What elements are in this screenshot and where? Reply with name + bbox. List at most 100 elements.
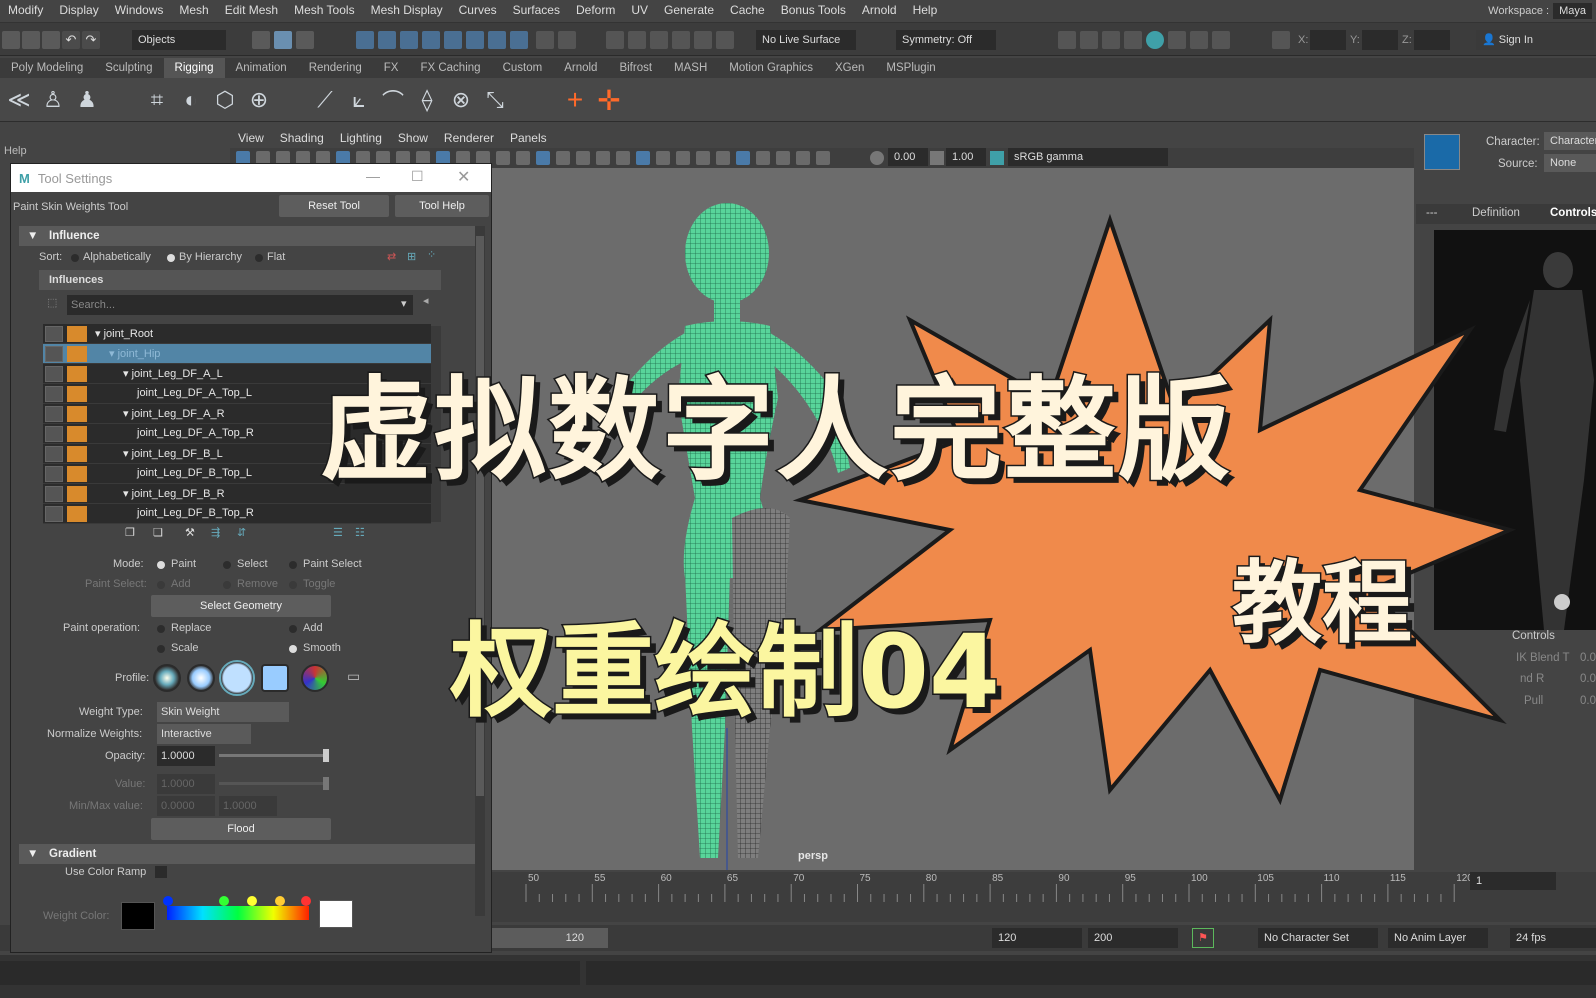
snap-surface-icon[interactable]: [444, 31, 462, 49]
shelf-tab-motion-graphics[interactable]: Motion Graphics: [718, 58, 824, 78]
anim-layer-dropdown[interactable]: No Anim Layer: [1388, 928, 1488, 948]
sort-hierarchy-radio[interactable]: [167, 254, 175, 262]
mel-input[interactable]: [0, 961, 580, 985]
hypershade-icon[interactable]: [1146, 31, 1164, 49]
viewport-menu-lighting[interactable]: Lighting: [332, 131, 390, 145]
exposure-field[interactable]: 0.00: [888, 148, 928, 166]
viewport-tool-icon[interactable]: [656, 151, 670, 165]
locator-icon[interactable]: +: [560, 84, 590, 115]
tool-settings-titlebar[interactable]: M Tool Settings — ☐ ✕: [11, 164, 491, 192]
menu-display[interactable]: Display: [51, 3, 106, 17]
sort-alpha-radio[interactable]: [71, 254, 79, 262]
lock-icon[interactable]: [536, 31, 554, 49]
select-icon[interactable]: ⬚: [47, 296, 57, 309]
influence-section-header[interactable]: ▼ Influence: [19, 226, 475, 246]
gamma-field[interactable]: 1.00: [946, 148, 986, 166]
ramp-key-0[interactable]: [163, 896, 173, 906]
viewport-menu-shading[interactable]: Shading: [272, 131, 332, 145]
menu-curves[interactable]: Curves: [451, 3, 505, 17]
lock-icon[interactable]: [45, 366, 63, 382]
ipr-render-icon[interactable]: [1102, 31, 1120, 49]
pause-icon[interactable]: [1212, 31, 1230, 49]
influence-color-swatch[interactable]: [67, 406, 87, 422]
ik-blend-r-value[interactable]: 0.0: [1580, 673, 1596, 685]
menu-help[interactable]: Help: [905, 3, 946, 17]
magnet-icon[interactable]: [628, 31, 646, 49]
render-frame-icon[interactable]: [1080, 31, 1098, 49]
snap-grid-icon[interactable]: [356, 31, 374, 49]
opacity-slider[interactable]: [219, 749, 329, 762]
paint-select-icon[interactable]: [296, 31, 314, 49]
lattice-icon[interactable]: ⊕: [244, 85, 274, 115]
exposure-icon[interactable]: [870, 151, 884, 165]
ramp-key-4[interactable]: [301, 896, 311, 906]
command-line[interactable]: [0, 955, 1596, 998]
viewport-tool-icon[interactable]: [576, 151, 590, 165]
menu-mesh-tools[interactable]: Mesh Tools: [286, 3, 362, 17]
mode-paint-radio[interactable]: [157, 561, 165, 569]
tab-controls[interactable]: Controls: [1550, 207, 1596, 219]
show-influences-icon[interactable]: ⇵: [237, 526, 246, 539]
opacity-field[interactable]: 1.0000: [157, 746, 215, 766]
shelf-tab-bifrost[interactable]: Bifrost: [608, 58, 663, 78]
weight-color-max-swatch[interactable]: [319, 900, 353, 928]
snap-uv-icon[interactable]: [488, 31, 506, 49]
fps-dropdown[interactable]: 24 fps: [1510, 928, 1596, 948]
y-field[interactable]: [1362, 30, 1398, 50]
selection-mode-dropdown[interactable]: Objects: [132, 30, 226, 50]
weight-hammer-icon[interactable]: ⚒: [185, 526, 195, 539]
help-line-icon[interactable]: [510, 31, 528, 49]
influence-color-swatch[interactable]: [67, 346, 87, 362]
influence-color-swatch[interactable]: [67, 506, 87, 522]
shelf-tab-sculpting[interactable]: Sculpting: [94, 58, 163, 78]
viewport-tool-icon[interactable]: [696, 151, 710, 165]
undo-icon[interactable]: ↶: [62, 31, 80, 49]
influence-color-swatch[interactable]: [67, 326, 87, 342]
menu-mesh-display[interactable]: Mesh Display: [363, 3, 451, 17]
influence-color-swatch[interactable]: [67, 446, 87, 462]
profile-square-icon[interactable]: [261, 664, 289, 692]
sort-flat-radio[interactable]: [255, 254, 263, 262]
paint-select-remove-radio[interactable]: [223, 581, 231, 589]
character-dropdown[interactable]: Character: [1544, 132, 1596, 150]
menu-edit-mesh[interactable]: Edit Mesh: [217, 3, 286, 17]
grid-icon[interactable]: ⁘: [427, 248, 436, 261]
transform-mode-icon[interactable]: [1272, 31, 1290, 49]
orient-joint-icon[interactable]: ⤡: [480, 85, 510, 115]
viewport-tool-icon[interactable]: [636, 151, 650, 165]
viewport-tool-icon[interactable]: [536, 151, 550, 165]
time-slider[interactable]: 50 55 60 65 70 75 80 85 90 95 100 105 110 115 120 1: [488, 872, 1596, 922]
ik-spline-icon[interactable]: ⌒: [378, 85, 408, 115]
bind-pose-icon[interactable]: ⟠: [412, 85, 442, 115]
normalize-weights-dropdown[interactable]: Interactive: [157, 724, 251, 744]
influence-row[interactable]: joint_Leg_DF_B_Top_R: [43, 504, 431, 524]
anim-end-field[interactable]: 120: [992, 928, 1082, 948]
paint-select-toggle-radio[interactable]: [289, 581, 297, 589]
folder-icon[interactable]: ▭: [347, 668, 360, 685]
snap-curve-icon[interactable]: [378, 31, 396, 49]
gamma-icon[interactable]: [930, 151, 944, 165]
snap-rotate-icon[interactable]: [716, 31, 734, 49]
viewport-menu-renderer[interactable]: Renderer: [436, 131, 502, 145]
viewport-tool-icon[interactable]: [496, 151, 510, 165]
viewport-tool-icon[interactable]: [816, 151, 830, 165]
influence-color-swatch[interactable]: [67, 486, 87, 502]
op-replace-radio[interactable]: [157, 625, 165, 633]
ramp-key-1[interactable]: [219, 896, 229, 906]
reset-tool-button[interactable]: Reset Tool: [279, 195, 389, 217]
bind-skin-icon[interactable]: ◐: [176, 85, 206, 115]
viewport-menu-panels[interactable]: Panels: [502, 131, 555, 145]
lock-icon[interactable]: [45, 386, 63, 402]
ik-handle-icon[interactable]: ⟀: [344, 85, 374, 115]
influence-color-swatch[interactable]: [67, 366, 87, 382]
menu-mesh[interactable]: Mesh: [171, 3, 216, 17]
menu-surfaces[interactable]: Surfaces: [505, 3, 568, 17]
profile-gaussian-icon[interactable]: [153, 664, 181, 692]
copy-weights-icon[interactable]: ❐: [125, 526, 135, 539]
current-frame-field[interactable]: 1: [1470, 872, 1556, 890]
paint-weights-icon[interactable]: ⬡: [210, 85, 240, 115]
shelf-tab-fx[interactable]: FX: [373, 58, 410, 78]
mode-paint-select-radio[interactable]: [289, 561, 297, 569]
snap-point-icon[interactable]: [400, 31, 418, 49]
paste-weights-icon[interactable]: ❏: [153, 526, 163, 539]
